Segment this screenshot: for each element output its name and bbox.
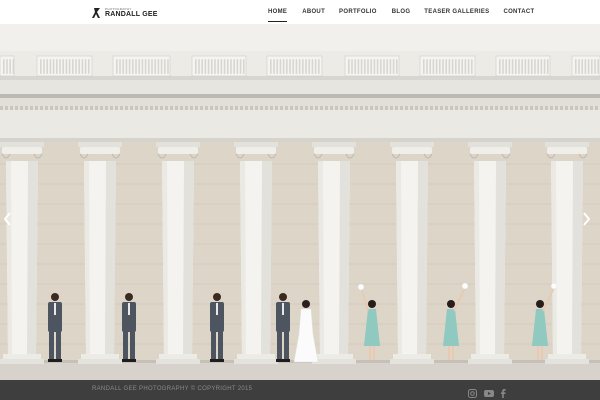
bridesmaid-head (368, 300, 376, 308)
nav-about[interactable]: ABOUT (302, 0, 325, 24)
groomsman-head (213, 293, 221, 301)
nav-blog[interactable]: BLOG (392, 0, 411, 24)
nav-portfolio[interactable]: PORTFOLIO (339, 0, 377, 24)
bride-head (302, 300, 310, 308)
bouquet (357, 283, 365, 291)
logo-mark-icon (92, 8, 100, 18)
groomsman-head (125, 293, 133, 301)
nav-contact[interactable]: CONTACT (503, 0, 534, 24)
groomsman-head (279, 293, 287, 301)
hero-slider (0, 24, 600, 380)
bouquet (461, 282, 469, 290)
bridesmaid-head (447, 300, 455, 308)
groomsman-head (51, 293, 59, 301)
site-footer: RANDALL GEE PHOTOGRAPHY © COPYRIGHT 2015 (0, 380, 600, 400)
social-links (468, 385, 509, 398)
instagram-icon[interactable] (468, 385, 477, 398)
facebook-icon[interactable] (500, 385, 509, 398)
site-header: PHOTOGRAPHY RANDALL GEE HOME ABOUT PORTF… (0, 0, 600, 24)
logo-name: RANDALL GEE (105, 11, 158, 18)
hero-photo (0, 24, 600, 380)
bridesmaid-head (536, 300, 544, 308)
nav-home[interactable]: HOME (268, 0, 288, 24)
bouquet (550, 282, 558, 290)
site-logo[interactable]: PHOTOGRAPHY RANDALL GEE (92, 6, 158, 20)
copyright-text: RANDALL GEE PHOTOGRAPHY © COPYRIGHT 2015 (92, 386, 253, 392)
youtube-icon[interactable] (484, 385, 494, 397)
nav-teaser-galleries[interactable]: TEASER GALLERIES (424, 0, 489, 24)
main-nav: HOME ABOUT PORTFOLIO BLOG TEASER GALLERI… (262, 0, 534, 24)
